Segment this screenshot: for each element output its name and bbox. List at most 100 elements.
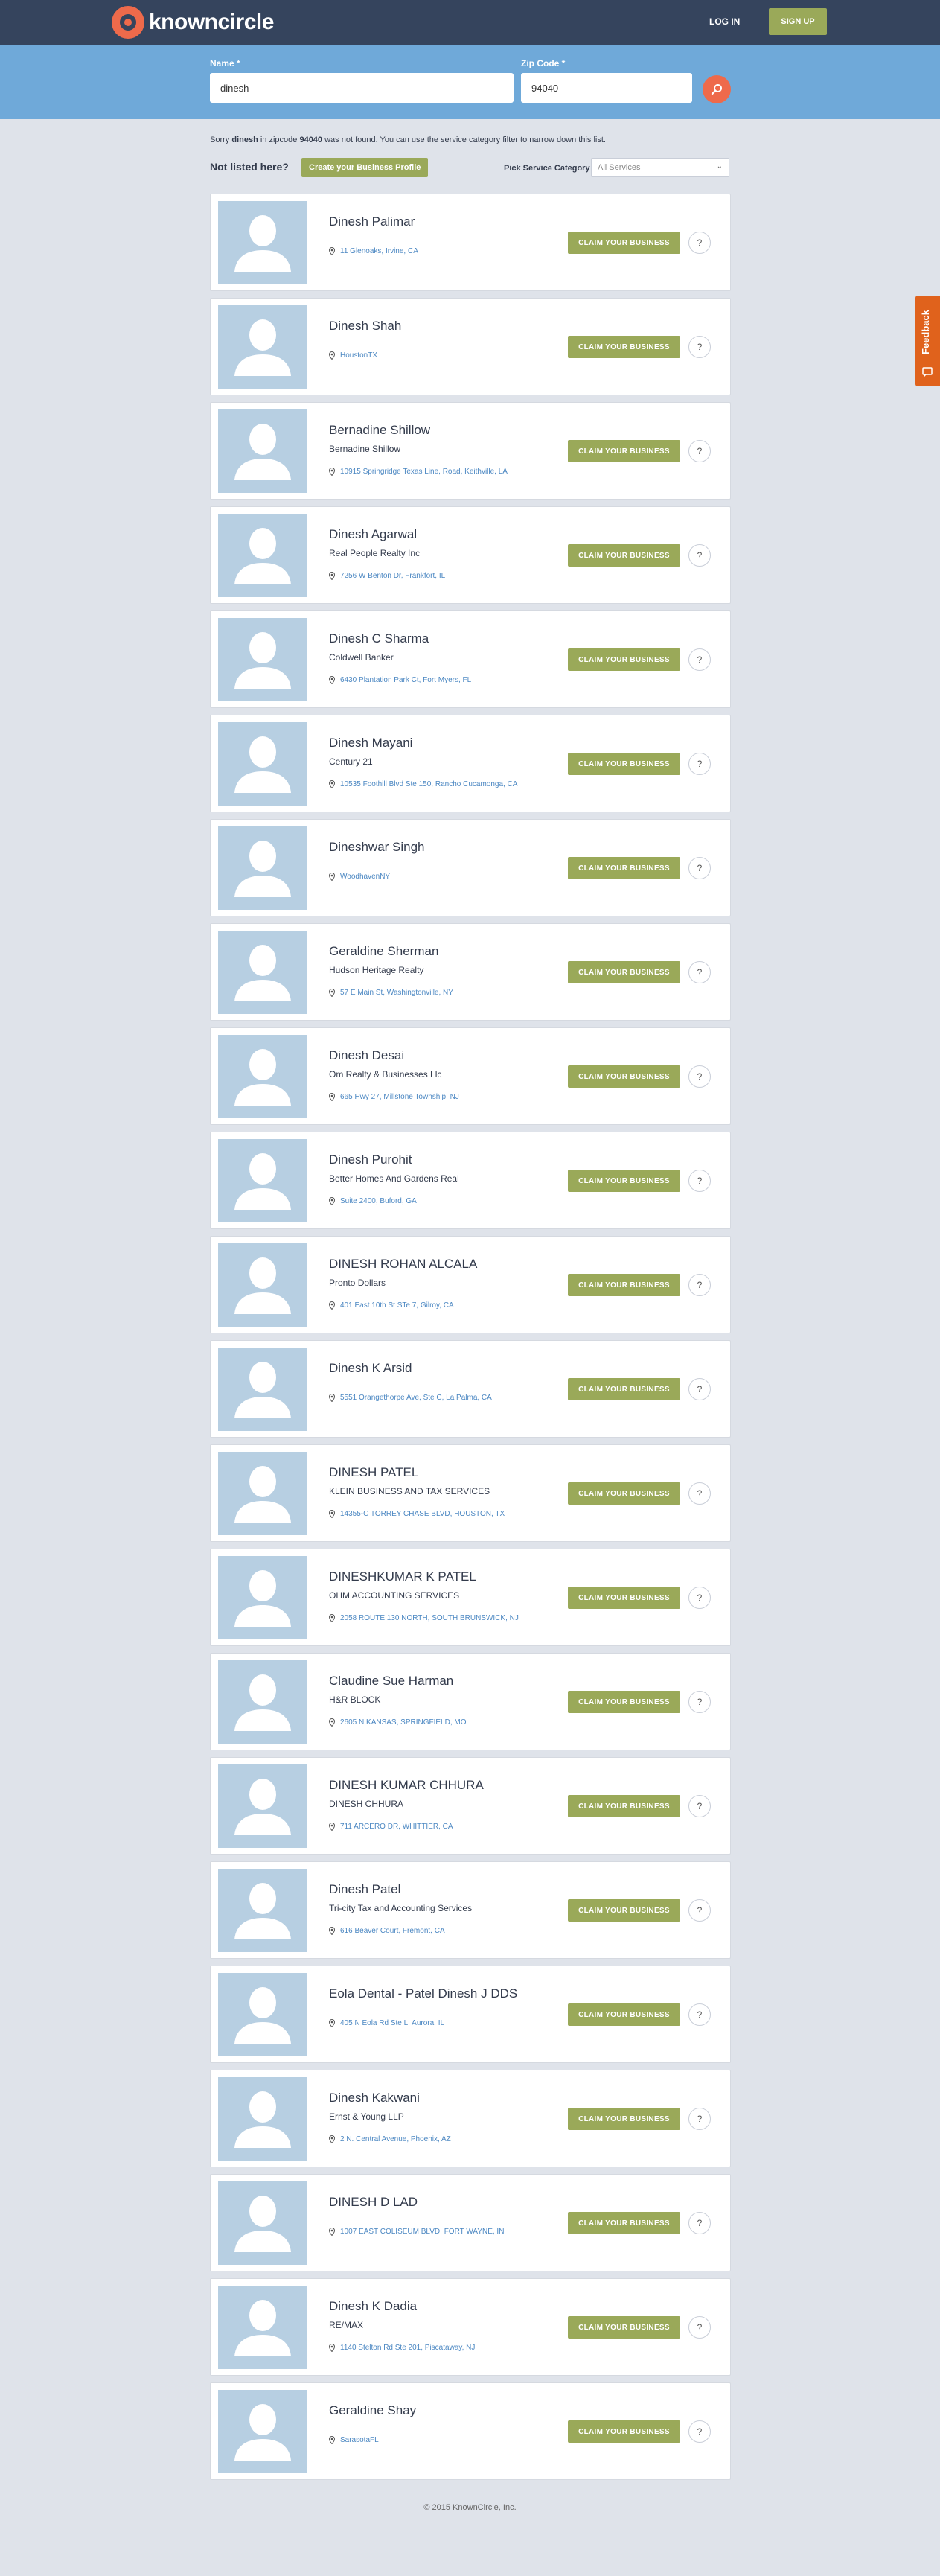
avatar-placeholder-icon [218, 409, 307, 493]
help-button[interactable]: ? [688, 1691, 711, 1713]
claim-business-button[interactable]: CLAIM YOUR BUSINESS [568, 336, 680, 358]
claim-business-button[interactable]: CLAIM YOUR BUSINESS [568, 544, 680, 567]
business-name[interactable]: Dinesh K Dadia [329, 2299, 417, 2314]
address-text: Suite 2400, Buford, GA [340, 1197, 417, 1205]
address-text: 11 Glenoaks, Irvine, CA [340, 247, 418, 255]
claim-business-button[interactable]: CLAIM YOUR BUSINESS [568, 2003, 680, 2026]
address-text: HoustonTX [340, 351, 378, 360]
claim-business-button[interactable]: CLAIM YOUR BUSINESS [568, 1378, 680, 1400]
business-company: Real People Realty Inc [329, 548, 421, 558]
result-card: DINESH ROHAN ALCALA Pronto Dollars 401 E… [210, 1236, 731, 1333]
claim-business-button[interactable]: CLAIM YOUR BUSINESS [568, 2108, 680, 2130]
claim-business-button[interactable]: CLAIM YOUR BUSINESS [568, 1795, 680, 1817]
map-pin-icon [329, 780, 335, 788]
claim-business-button[interactable]: CLAIM YOUR BUSINESS [568, 648, 680, 671]
help-button[interactable]: ? [688, 648, 711, 671]
help-button[interactable]: ? [688, 1587, 711, 1609]
help-button[interactable]: ? [688, 232, 711, 254]
help-button[interactable]: ? [688, 1170, 711, 1192]
map-pin-icon [329, 1510, 335, 1518]
business-company: Bernadine Shillow [329, 444, 401, 454]
results-list: Dinesh Palimar 11 Glenoaks, Irvine, CA C… [210, 194, 731, 2487]
help-button[interactable]: ? [688, 961, 711, 983]
help-button[interactable]: ? [688, 2003, 711, 2026]
business-name[interactable]: Claudine Sue Harman [329, 1674, 453, 1689]
feedback-label: Feedback [920, 310, 931, 354]
service-category-select[interactable]: All Services ⌄ [591, 158, 729, 177]
result-card: Dinesh C Sharma Coldwell Banker 6430 Pla… [210, 610, 731, 708]
avatar-placeholder-icon [218, 1139, 307, 1222]
help-button[interactable]: ? [688, 1378, 711, 1400]
business-name[interactable]: DINESHKUMAR K PATEL [329, 1569, 476, 1584]
address-text: SarasotaFL [340, 2436, 379, 2444]
help-button[interactable]: ? [688, 753, 711, 775]
claim-business-button[interactable]: CLAIM YOUR BUSINESS [568, 2212, 680, 2234]
help-button[interactable]: ? [688, 1065, 711, 1088]
help-button[interactable]: ? [688, 1482, 711, 1505]
help-button[interactable]: ? [688, 2108, 711, 2130]
business-name[interactable]: Bernadine Shillow [329, 423, 430, 438]
business-name[interactable]: Dinesh Agarwal [329, 527, 417, 542]
map-pin-icon [329, 2019, 335, 2027]
business-name[interactable]: Dinesh Purohit [329, 1152, 412, 1167]
address-text: 1140 Stelton Rd Ste 201, Piscataway, NJ [340, 2344, 476, 2352]
claim-business-button[interactable]: CLAIM YOUR BUSINESS [568, 1482, 680, 1505]
help-button[interactable]: ? [688, 1274, 711, 1296]
business-name[interactable]: Dineshwar Singh [329, 840, 425, 855]
business-name[interactable]: DINESH D LAD [329, 2195, 418, 2210]
result-card: Eola Dental - Patel Dinesh J DDS 405 N E… [210, 1966, 731, 2063]
claim-business-button[interactable]: CLAIM YOUR BUSINESS [568, 753, 680, 775]
claim-business-button[interactable]: CLAIM YOUR BUSINESS [568, 2316, 680, 2339]
business-name[interactable]: Dinesh Palimar [329, 214, 415, 229]
business-company: Ernst & Young LLP [329, 2111, 404, 2122]
claim-business-button[interactable]: CLAIM YOUR BUSINESS [568, 1691, 680, 1713]
claim-business-button[interactable]: CLAIM YOUR BUSINESS [568, 1274, 680, 1296]
feedback-icon [922, 367, 933, 377]
signup-button[interactable]: SIGN UP [769, 8, 827, 35]
claim-business-button[interactable]: CLAIM YOUR BUSINESS [568, 2420, 680, 2443]
logo[interactable]: knowncircle [112, 6, 274, 39]
business-address: 10535 Foothill Blvd Ste 150, Rancho Cuca… [329, 780, 517, 788]
business-name[interactable]: Dinesh Patel [329, 1882, 400, 1897]
create-business-profile-button[interactable]: Create your Business Profile [301, 158, 429, 177]
help-button[interactable]: ? [688, 544, 711, 567]
claim-business-button[interactable]: CLAIM YOUR BUSINESS [568, 857, 680, 879]
business-name[interactable]: DINESH PATEL [329, 1465, 418, 1480]
business-name[interactable]: Dinesh K Arsid [329, 1361, 412, 1376]
claim-business-button[interactable]: CLAIM YOUR BUSINESS [568, 1899, 680, 1922]
business-name[interactable]: Dinesh Kakwani [329, 2091, 420, 2105]
zip-input[interactable] [521, 73, 692, 103]
map-pin-icon [329, 2436, 335, 2444]
search-button[interactable] [703, 75, 731, 103]
business-company: RE/MAX [329, 2320, 364, 2330]
help-button[interactable]: ? [688, 440, 711, 462]
claim-business-button[interactable]: CLAIM YOUR BUSINESS [568, 1065, 680, 1088]
claim-business-button[interactable]: CLAIM YOUR BUSINESS [568, 232, 680, 254]
address-text: 5551 Orangethorpe Ave, Ste C, La Palma, … [340, 1394, 492, 1402]
business-name[interactable]: Dinesh Shah [329, 319, 401, 334]
business-name[interactable]: Dinesh C Sharma [329, 631, 429, 646]
business-name[interactable]: DINESH KUMAR CHHURA [329, 1778, 484, 1793]
claim-business-button[interactable]: CLAIM YOUR BUSINESS [568, 1170, 680, 1192]
claim-business-button[interactable]: CLAIM YOUR BUSINESS [568, 1587, 680, 1609]
claim-business-button[interactable]: CLAIM YOUR BUSINESS [568, 961, 680, 983]
help-button[interactable]: ? [688, 857, 711, 879]
business-name[interactable]: Dinesh Desai [329, 1048, 404, 1063]
login-link[interactable]: LOG IN [709, 16, 740, 27]
help-button[interactable]: ? [688, 1899, 711, 1922]
business-name[interactable]: Geraldine Shay [329, 2403, 416, 2418]
name-input[interactable] [210, 73, 514, 103]
map-pin-icon [329, 1718, 335, 1727]
business-name[interactable]: Eola Dental - Patel Dinesh J DDS [329, 1986, 517, 2001]
help-button[interactable]: ? [688, 1795, 711, 1817]
help-button[interactable]: ? [688, 336, 711, 358]
business-name[interactable]: DINESH ROHAN ALCALA [329, 1257, 477, 1272]
help-button[interactable]: ? [688, 2212, 711, 2234]
help-button[interactable]: ? [688, 2316, 711, 2339]
feedback-tab[interactable]: Feedback [915, 296, 940, 386]
business-company: DINESH CHHURA [329, 1799, 404, 1809]
business-name[interactable]: Geraldine Sherman [329, 944, 438, 959]
help-button[interactable]: ? [688, 2420, 711, 2443]
claim-business-button[interactable]: CLAIM YOUR BUSINESS [568, 440, 680, 462]
business-name[interactable]: Dinesh Mayani [329, 736, 412, 750]
